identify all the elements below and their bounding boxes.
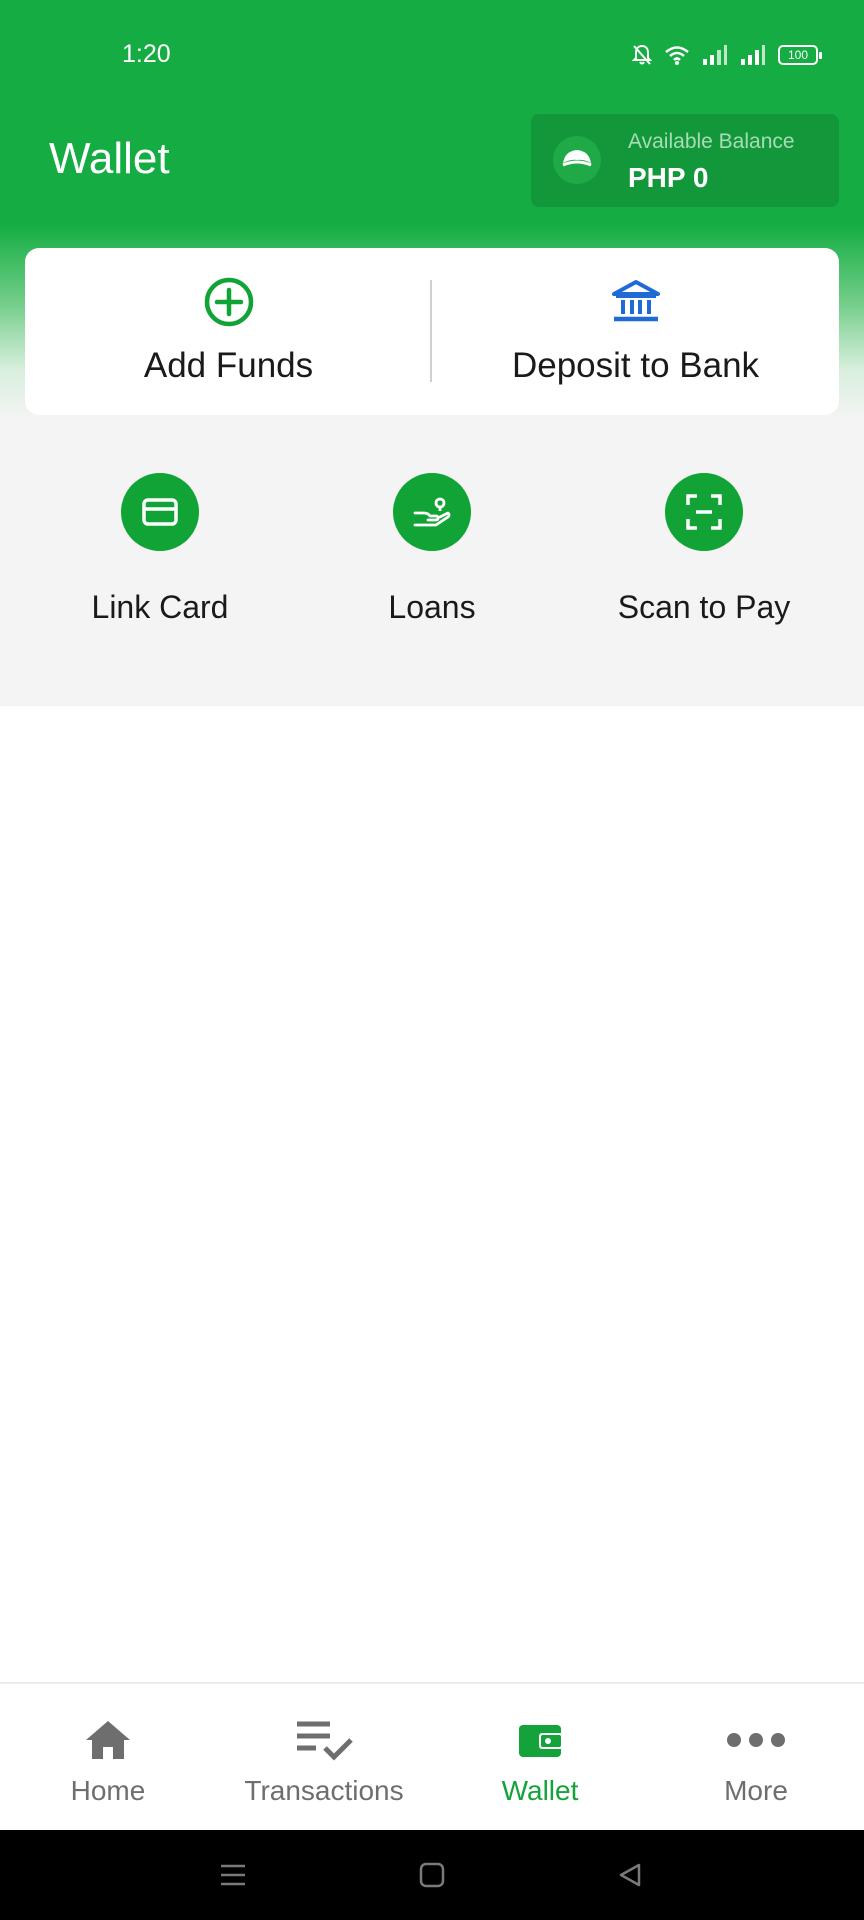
bank-icon [611,280,660,322]
more-dots-icon [726,1714,786,1766]
nav-wallet-label: Wallet [501,1775,579,1806]
back-triangle-icon [619,1863,641,1887]
bell-muted-icon [632,44,652,65]
wifi-icon [665,46,689,65]
loans-button[interactable]: Loans [296,473,568,626]
balance-card[interactable]: Available Balance PHP 0 [531,114,839,207]
balance-label: Available Balance [628,130,795,153]
card-icon [121,473,199,551]
action-card: Add Funds Deposit to Bank [25,248,839,415]
loan-hand-icon [393,473,471,551]
bottom-nav: Home Transactions Wallet More [0,1682,864,1830]
system-nav-bar [0,1830,864,1920]
plus-circle-icon [204,277,253,327]
transactions-icon [294,1714,354,1766]
status-time: 1:20 [122,40,171,68]
loans-label: Loans [388,589,476,625]
nav-wallet[interactable]: Wallet [432,1684,648,1830]
link-card-button[interactable]: Link Card [24,473,296,626]
link-card-label: Link Card [91,589,229,625]
status-icons: 100 [632,44,822,66]
nav-more[interactable]: More [648,1684,864,1830]
nav-home-label: Home [70,1775,146,1806]
wallet-icon [510,1714,570,1766]
add-funds-button[interactable]: Add Funds [25,248,432,415]
scan-to-pay-button[interactable]: Scan to Pay [568,473,840,626]
balance-toggle-icon[interactable] [553,136,601,184]
nav-home[interactable]: Home [0,1684,216,1830]
status-bar: 1:20 100 [0,0,864,110]
nav-transactions[interactable]: Transactions [216,1684,432,1830]
balance-value: PHP 0 [628,162,709,193]
recents-button[interactable] [216,1858,250,1892]
menu-lines-icon [221,1864,245,1886]
page-title: Wallet [49,134,170,183]
battery-icon: 100 [778,45,822,65]
deposit-to-bank-label: Deposit to Bank [511,346,760,385]
add-funds-label: Add Funds [143,346,314,385]
deposit-to-bank-button[interactable]: Deposit to Bank [432,248,839,415]
scan-to-pay-label: Scan to Pay [617,589,791,625]
back-button[interactable] [613,1858,647,1892]
home-system-button[interactable] [415,1858,449,1892]
nav-more-label: More [724,1775,788,1806]
nav-transactions-label: Transactions [244,1775,404,1806]
signal-icon-2 [741,45,765,65]
signal-icon [703,45,727,65]
square-icon [419,1862,445,1888]
home-icon [78,1714,138,1766]
scan-icon [665,473,743,551]
quick-actions: Link Card Loans Scan to Pay [0,415,864,706]
